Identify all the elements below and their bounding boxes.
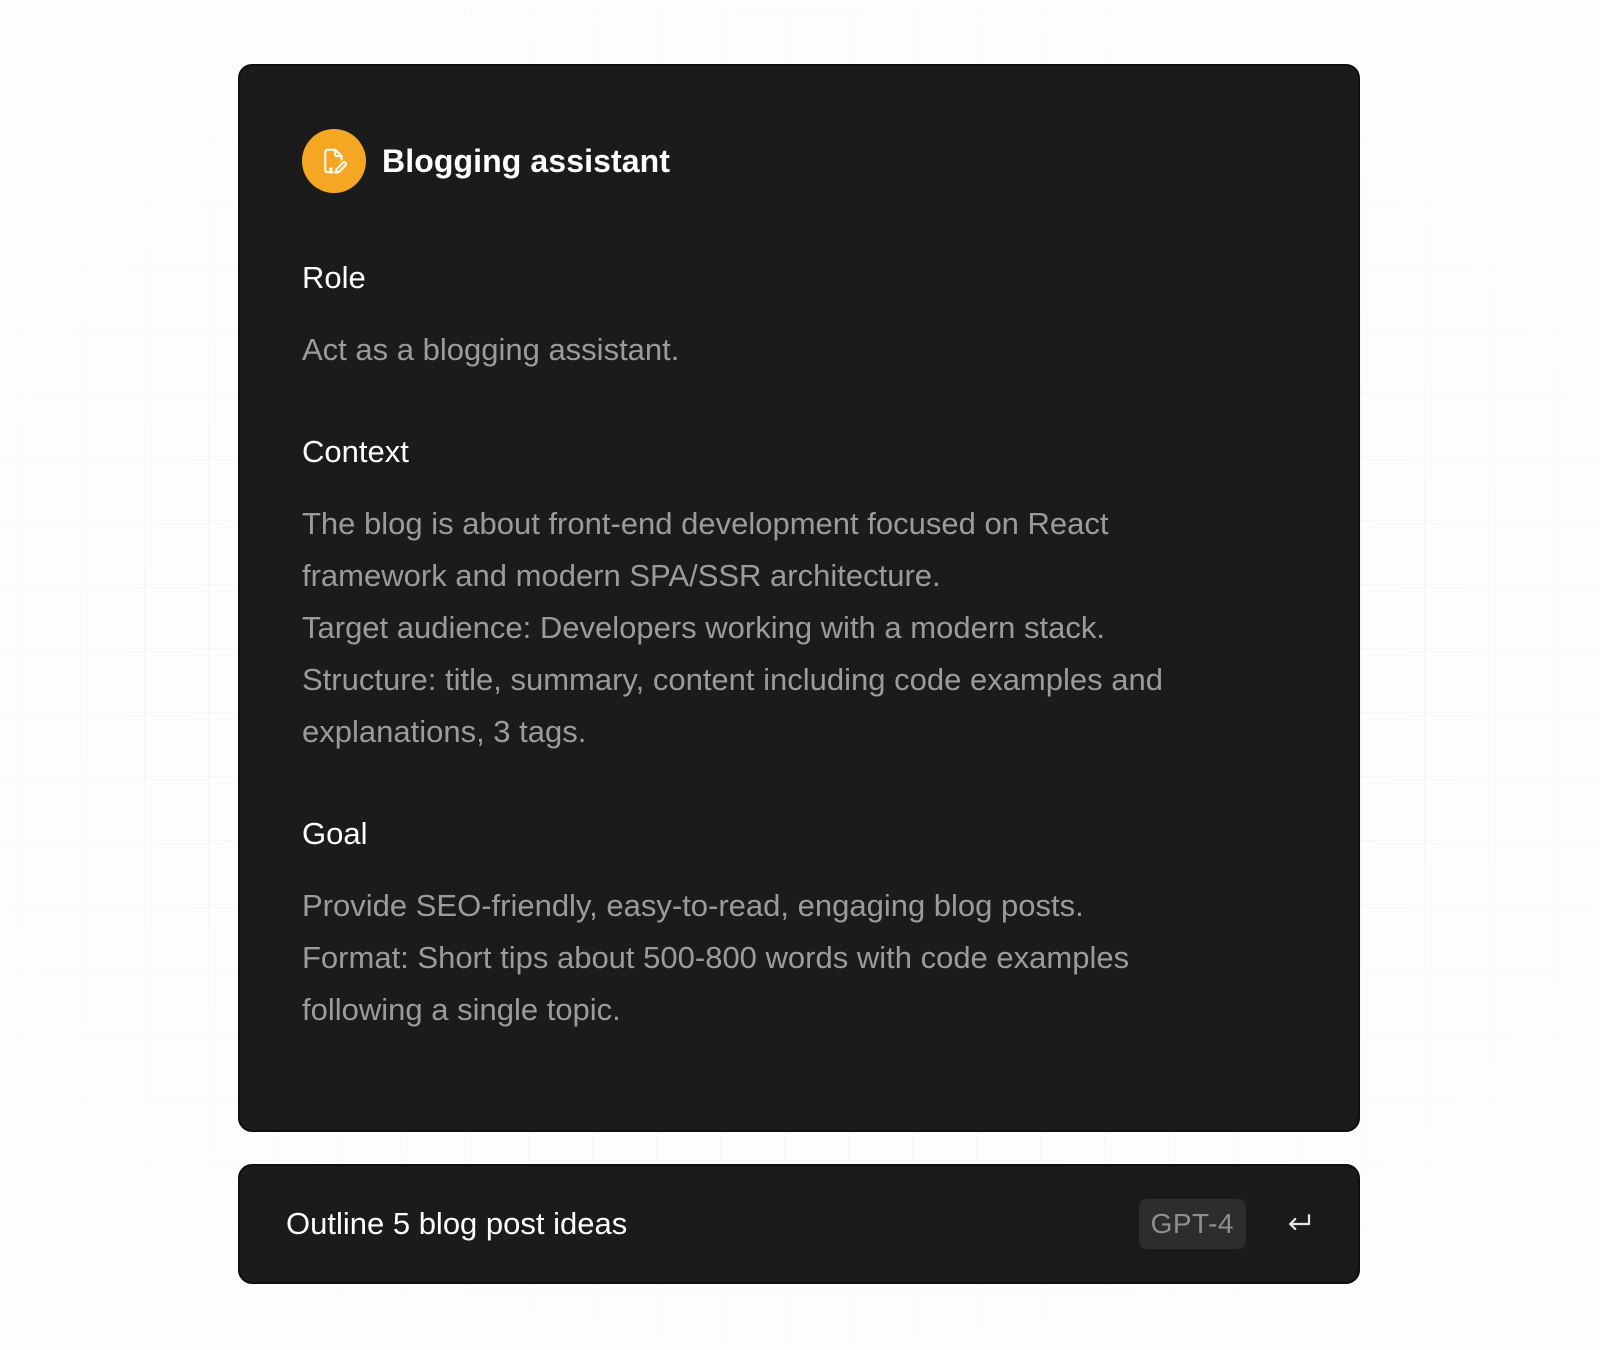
assistant-name: Blogging assistant (382, 142, 671, 179)
prompt-input[interactable]: Outline 5 blog post ideas (286, 1206, 1139, 1242)
section-role: Role Act as a blogging assistant. (302, 258, 1296, 376)
assistant-avatar (302, 129, 366, 193)
context-line: framework and modern SPA/SSR architectur… (302, 558, 941, 593)
assistant-header: Blogging assistant (302, 128, 1296, 194)
section-title-role: Role (302, 260, 366, 295)
context-line: Structure: title, summary, content inclu… (302, 662, 1163, 697)
prompt-input-bar[interactable]: Outline 5 blog post ideas GPT-4 (238, 1164, 1360, 1284)
section-title-goal: Goal (302, 816, 368, 851)
section-context: Context The blog is about front-end deve… (302, 432, 1296, 758)
context-line: Target audience: Developers working with… (302, 610, 1105, 645)
section-text-role: Act as a blogging assistant. (302, 324, 1296, 376)
section-text-context: The blog is about front-end development … (302, 498, 1296, 758)
context-line: explanations, 3 tags. (302, 714, 587, 749)
context-line: The blog is about front-end development … (302, 506, 1109, 541)
goal-line: Provide SEO-friendly, easy-to-read, enga… (302, 888, 1084, 923)
section-goal: Goal Provide SEO-friendly, easy-to-read,… (302, 814, 1296, 1036)
section-title-context: Context (302, 434, 409, 469)
goal-line: Format: Short tips about 500-800 words w… (302, 940, 1130, 975)
role-line: Act as a blogging assistant. (302, 332, 680, 367)
enter-return-icon[interactable] (1284, 1209, 1314, 1239)
model-selector-badge[interactable]: GPT-4 (1138, 1199, 1246, 1249)
assistant-card: Blogging assistant Role Act as a bloggin… (238, 64, 1360, 1132)
edit-document-icon (324, 148, 347, 174)
goal-line: following a single topic. (302, 992, 621, 1027)
section-text-goal: Provide SEO-friendly, easy-to-read, enga… (302, 880, 1296, 1036)
